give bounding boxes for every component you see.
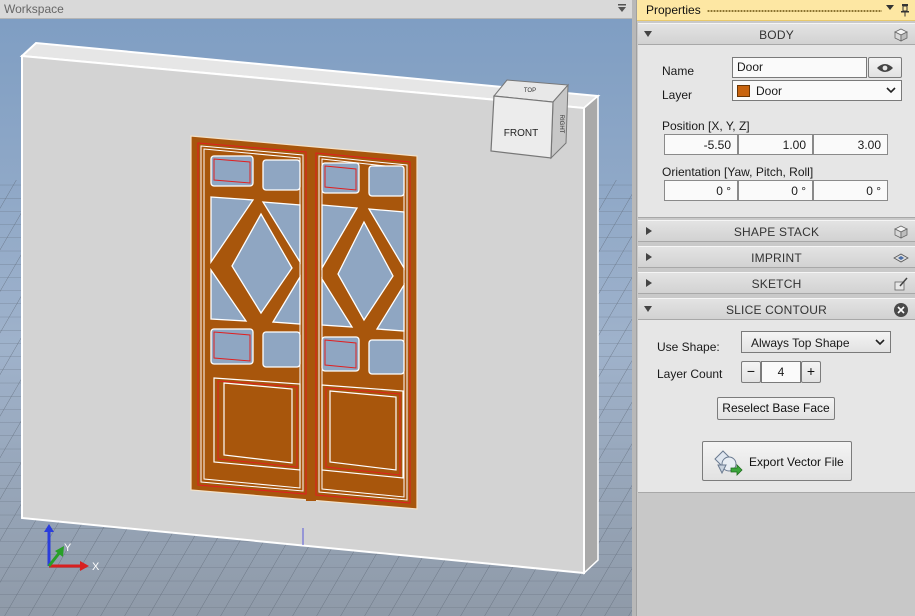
layer-count-decrement-button[interactable]: − [741,361,761,383]
name-label: Name [662,64,695,78]
orientation-yaw-field[interactable]: 0 ° [664,180,738,201]
export-vector-icon [714,450,743,476]
layer-count-input[interactable]: 4 [761,361,801,383]
view-cube-right[interactable]: RIGHT [558,115,564,134]
chevron-down-icon [886,87,896,94]
axis-y-label: Y [64,542,72,554]
imprint-label: IMPRINT [751,251,802,265]
sketch-icon [894,277,908,291]
properties-title: Properties [646,3,701,17]
sketch-label: SKETCH [751,277,802,291]
panel-menu-icon[interactable] [616,2,628,14]
slice-contour-content: Use Shape: Always Top Shape Layer Count … [638,320,915,493]
position-y-field[interactable]: 1.00 [738,134,813,155]
body-section-header[interactable]: BODY [638,23,915,45]
body-section-content: Name Door Layer Door Position [X, Y, Z] … [638,45,915,218]
layer-color-swatch [737,85,750,97]
workspace-titlebar: Workspace [0,0,632,19]
position-label: Position [X, Y, Z] [662,119,750,133]
name-input[interactable]: Door [732,57,867,78]
layer-label: Layer [662,88,693,102]
eye-icon [877,64,893,72]
properties-panel: Properties BODY Name Door Layer Door Pos… [636,0,915,616]
imprint-section: IMPRINT [638,246,915,268]
orientation-label: Orientation [Yaw, Pitch, Roll] [662,165,814,179]
workspace-panel: Workspace FRONT TOP RIGHT Y X [0,0,632,616]
sketch-section: SKETCH [638,272,915,294]
body-section: BODY Name Door Layer Door Position [X, Y… [638,23,915,218]
sketch-section-header[interactable]: SKETCH [638,272,915,294]
titlebar-grip[interactable] [707,9,882,13]
chevron-down-icon [875,339,885,346]
use-shape-value: Always Top Shape [751,336,850,350]
imprint-section-header[interactable]: IMPRINT [638,246,915,268]
position-z-field[interactable]: 3.00 [813,134,888,155]
app-window: Workspace FRONT TOP RIGHT Y X Properties… [0,0,915,616]
door-body[interactable] [190,135,418,510]
view-cube-top[interactable]: TOP [524,88,536,94]
position-x-field[interactable]: -5.50 [664,134,738,155]
body-section-label: BODY [759,28,794,42]
slice-contour-section: SLICE CONTOUR Use Shape: Always Top Shap… [638,298,915,493]
orientation-pitch-field[interactable]: 0 ° [738,180,813,201]
layer-dropdown[interactable]: Door [732,80,902,101]
layer-dropdown-value: Door [756,84,783,98]
properties-titlebar: Properties [637,0,915,21]
panel-menu-arrow-icon[interactable] [886,5,894,10]
shape-stack-label: SHAPE STACK [733,225,820,239]
reselect-base-face-button[interactable]: Reselect Base Face [717,397,835,420]
use-shape-dropdown[interactable]: Always Top Shape [741,331,891,353]
orientation-roll-field[interactable]: 0 ° [813,180,888,201]
use-shape-label: Use Shape: [657,340,720,354]
cube-icon [894,28,908,42]
shape-stack-section-header[interactable]: SHAPE STACK [638,220,915,242]
view-cube-front[interactable]: FRONT [504,128,538,139]
close-icon[interactable] [893,302,909,318]
slice-contour-label: SLICE CONTOUR [725,303,828,317]
export-vector-file-button[interactable]: Export Vector File [702,441,852,481]
scene-canvas[interactable]: FRONT TOP RIGHT Y X [0,19,632,616]
visibility-toggle-button[interactable] [868,57,902,78]
layer-count-increment-button[interactable]: + [801,361,821,383]
export-vector-file-label: Export Vector File [749,455,844,469]
pin-icon[interactable] [900,3,910,17]
slice-contour-section-header[interactable]: SLICE CONTOUR [638,298,915,320]
axis-x-label: X [92,561,100,573]
layer-count-label: Layer Count [657,367,723,381]
cube-stack-icon [894,225,908,239]
shape-stack-section: SHAPE STACK [638,220,915,242]
workspace-title: Workspace [4,2,64,16]
imprint-icon [893,253,909,263]
3d-viewport[interactable]: FRONT TOP RIGHT Y X [0,19,632,616]
view-cube[interactable]: FRONT TOP RIGHT [490,79,570,160]
properties-empty-area [638,493,915,616]
